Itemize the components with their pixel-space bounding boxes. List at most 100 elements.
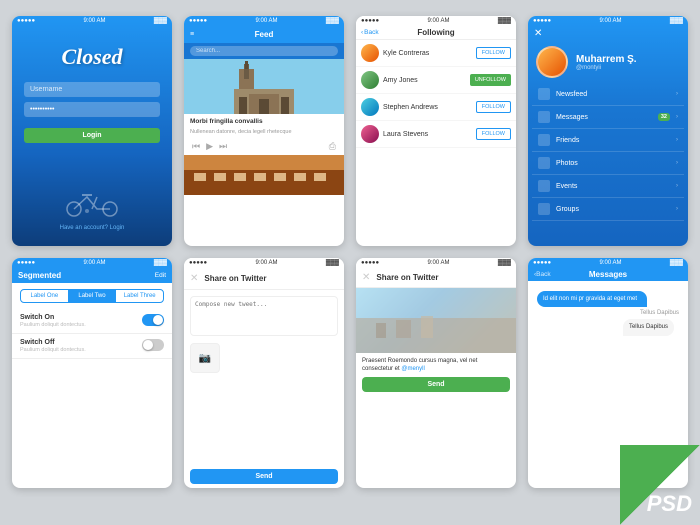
- time-feed: 9:00 AM: [255, 18, 277, 24]
- message-received-wrapper: Tellus Dapibus Tellus Dapibus: [618, 310, 679, 338]
- signal-following: ●●●●●: [361, 18, 379, 24]
- menu-item-newsfeed[interactable]: Newsfeed ›: [532, 83, 684, 106]
- message-bubble-received: Tellus Dapibus: [623, 319, 674, 335]
- time-login: 9:00 AM: [83, 18, 105, 24]
- status-bar-twitter: ●●●●● 9:00 AM ▓▓▓: [184, 258, 344, 268]
- follow-btn-kyle[interactable]: FOLLOW: [476, 47, 511, 59]
- messages-icon: [538, 111, 550, 123]
- messages-header: ‹ Back Messages: [528, 268, 688, 281]
- seg-btn-3[interactable]: Label Three: [116, 290, 163, 302]
- camera-icon: 📷: [199, 353, 211, 364]
- twitter-title: Share on Twitter: [204, 274, 266, 283]
- time-twitter: 9:00 AM: [255, 260, 277, 266]
- menu-item-groups[interactable]: Groups ›: [532, 198, 684, 221]
- follow-btn-stephen[interactable]: FOLLOW: [476, 101, 511, 113]
- app-logo: Closed: [61, 44, 122, 70]
- chevron-events: ›: [676, 183, 678, 189]
- name-kyle: Kyle Contreras: [383, 50, 472, 57]
- menu-icon[interactable]: ≡: [190, 31, 194, 38]
- psd-label: PSD: [647, 491, 692, 517]
- chevron-friends: ›: [676, 137, 678, 143]
- twitter-close-row: ✕ Share on Twitter: [184, 268, 344, 290]
- avatar-laura: [361, 125, 379, 143]
- signal-twitter: ●●●●●: [189, 260, 207, 266]
- follow-btn-laura[interactable]: FOLLOW: [476, 128, 511, 140]
- unfollow-btn-amy[interactable]: UNFOLLOW: [470, 74, 511, 86]
- profile-info: Muharrem Ş. @montyii: [576, 54, 637, 71]
- switch-off-sub: Paulium doliquit dontectus.: [20, 347, 86, 353]
- following-item-1: Kyle Contreras FOLLOW: [356, 40, 516, 67]
- share-icon[interactable]: ⎙: [329, 141, 336, 152]
- play-icon[interactable]: ▶: [206, 141, 213, 152]
- photos-label: Photos: [556, 160, 670, 167]
- twitter2-close-icon[interactable]: ✕: [362, 272, 370, 283]
- footer-link[interactable]: Login: [110, 225, 125, 231]
- menu-item-messages[interactable]: Messages 32 ›: [532, 106, 684, 129]
- switch-on-inner: Switch On Paulium doliquit dontectus.: [20, 314, 164, 328]
- signal-dots: ●●●●●: [17, 18, 35, 24]
- events-label: Events: [556, 183, 670, 190]
- seg-btn-1[interactable]: Label One: [21, 290, 69, 302]
- signal-twitter2: ●●●●●: [361, 260, 379, 266]
- phone-profile: ●●●●● 9:00 AM ▓▓▓ ✕ Muharrem Ş. @montyii…: [528, 16, 688, 246]
- status-bar-following: ●●●●● 9:00 AM ▓▓▓: [356, 16, 516, 26]
- twitter2-title: Share on Twitter: [376, 273, 438, 282]
- twitter2-send-btn[interactable]: Send: [362, 377, 510, 392]
- following-title: Following: [417, 28, 454, 37]
- twitter-close-icon[interactable]: ✕: [190, 273, 198, 284]
- switch-on-text: Switch On Paulium doliquit dontectus.: [20, 314, 86, 328]
- phone-segmented: ●●●●● 9:00 AM ▓▓▓ Segmented Edit Label O…: [12, 258, 172, 488]
- feed-controls: ⏮ ▶ ⏭ ⎙: [184, 138, 344, 155]
- chevron-left-icon: ‹: [361, 29, 363, 36]
- status-bar-feed: ●●●●● 9:00 AM ▓▓▓: [184, 16, 344, 26]
- toggle-off[interactable]: [142, 339, 164, 351]
- time-seg: 9:00 AM: [83, 260, 105, 266]
- status-bar-segmented: ●●●●● 9:00 AM ▓▓▓: [12, 258, 172, 268]
- close-icon[interactable]: ✕: [534, 28, 542, 39]
- messages-title: Messages: [589, 270, 627, 279]
- username-input[interactable]: [24, 82, 160, 97]
- tweet-input[interactable]: [190, 296, 338, 336]
- image-placeholder: 📷: [190, 343, 220, 373]
- password-input[interactable]: [24, 102, 160, 117]
- battery-twitter2: ▓▓▓: [498, 260, 511, 266]
- phone-login: ●●●●● 9:00 AM ▓▓▓ Closed Login Have an a…: [12, 16, 172, 246]
- psd-badge: PSD: [620, 445, 700, 525]
- feed-header: ≡ Feed: [184, 26, 344, 43]
- phone-following: ●●●●● 9:00 AM ▓▓▓ ‹ Back Following Kyle …: [356, 16, 516, 246]
- feed-title: Feed: [255, 30, 274, 39]
- forward-icon[interactable]: ⏭: [219, 141, 227, 152]
- twitter2-mention: @menyll: [401, 366, 424, 372]
- seg-title: Segmented: [18, 271, 61, 280]
- switch-off-inner: Switch Off Paulium doliquit dontectus.: [20, 339, 164, 353]
- battery-messages: ▓▓▓: [670, 260, 683, 266]
- login-button[interactable]: Login: [24, 128, 160, 143]
- photos-icon: [538, 157, 550, 169]
- following-back-btn[interactable]: ‹ Back: [361, 29, 379, 36]
- back-label-msgs: Back: [536, 271, 550, 278]
- seg-btn-2[interactable]: Label Two: [69, 290, 117, 302]
- avatar-amy: [361, 71, 379, 89]
- seg-edit[interactable]: Edit: [155, 272, 166, 279]
- twitter-bg-illustration: [356, 288, 516, 353]
- twitter2-background-image: [356, 288, 516, 353]
- toggle-on[interactable]: [142, 314, 164, 326]
- menu-item-events[interactable]: Events ›: [532, 175, 684, 198]
- battery-twitter: ▓▓▓: [326, 260, 339, 266]
- profile-close-row: ✕: [528, 26, 688, 41]
- rewind-icon[interactable]: ⏮: [192, 141, 200, 152]
- menu-item-photos[interactable]: Photos ›: [532, 152, 684, 175]
- messages-badge: 32: [658, 113, 670, 121]
- profile-username: @montyii: [576, 65, 637, 71]
- friends-label: Friends: [556, 137, 670, 144]
- menu-item-friends[interactable]: Friends ›: [532, 129, 684, 152]
- signal-messages: ●●●●●: [533, 260, 551, 266]
- following-item-2: Amy Jones UNFOLLOW: [356, 67, 516, 94]
- battery-feed: ▓▓▓: [326, 18, 339, 24]
- status-bar-messages: ●●●●● 9:00 AM ▓▓▓: [528, 258, 688, 268]
- feed-search-input[interactable]: [190, 46, 338, 56]
- segment-control: Label One Label Two Label Three: [20, 289, 164, 303]
- messages-back-btn[interactable]: ‹ Back: [534, 271, 551, 278]
- twitter-send-btn[interactable]: Send: [190, 469, 338, 484]
- chevron-newsfeed: ›: [676, 91, 678, 97]
